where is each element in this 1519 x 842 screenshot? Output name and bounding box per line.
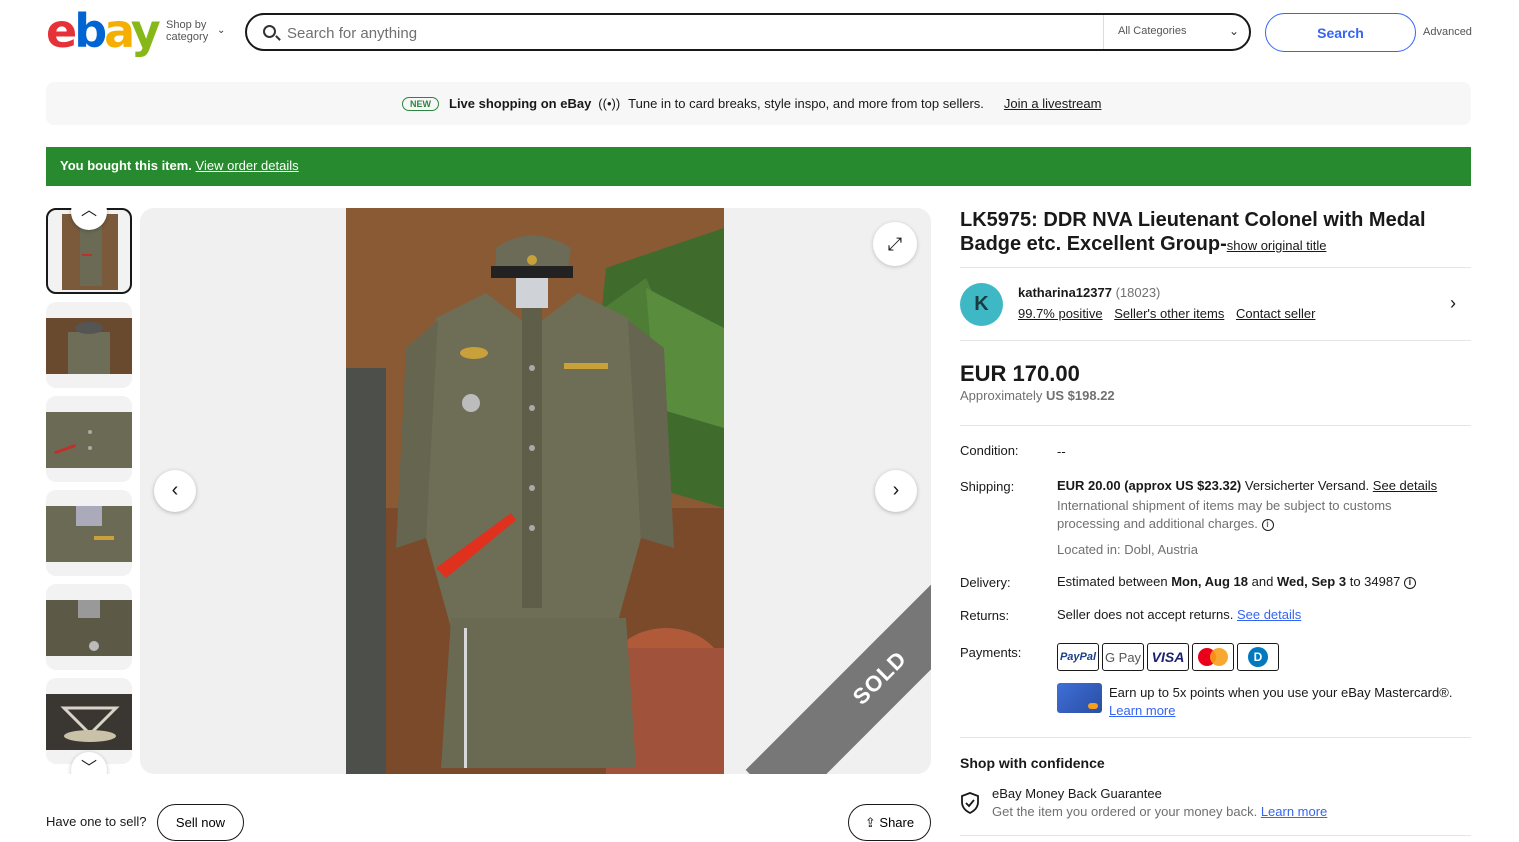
delivery-value: Estimated between Mon, Aug 18 and Wed, S… (1057, 573, 1471, 591)
card-learn-more-link[interactable]: Learn more (1109, 703, 1175, 718)
promo-title: Live shopping on eBay (449, 96, 592, 111)
thumbnail-strip: ︿ ﹀ (46, 208, 132, 774)
returns-value: Seller does not accept returns. See deta… (1057, 607, 1302, 622)
sold-ribbon: SOLD (745, 543, 931, 774)
category-select[interactable]: All Categories ⌄ (1103, 15, 1249, 49)
bought-text: You bought this item. (60, 158, 192, 173)
info-icon[interactable]: i (1403, 576, 1416, 589)
money-back-guarantee-title: eBay Money Back Guarantee (992, 786, 1162, 801)
condition-value: -- (1057, 444, 1066, 459)
shop-by-category-button[interactable]: Shop by category ⌄ (166, 19, 225, 43)
seller-feedback-count: (18023) (1115, 285, 1161, 300)
shop-with-confidence-title: Shop with confidence (960, 755, 1105, 771)
item-price: EUR 170.00 (960, 361, 1080, 386)
thumbnail-4[interactable] (46, 490, 132, 576)
thumbnail-5[interactable] (46, 584, 132, 670)
thumbnail-image (46, 318, 132, 374)
diners-club-icon: D (1237, 643, 1279, 671)
share-button[interactable]: ⇪ Share (848, 804, 931, 841)
share-icon: ⇪ (864, 814, 880, 830)
approx-price: Approximately US $198.22 (960, 388, 1115, 403)
chevron-down-icon: ⌄ (217, 25, 226, 36)
seller-links: 99.7% positive Seller's other items Cont… (1018, 306, 1323, 321)
divider (960, 737, 1471, 738)
thumbnail-2[interactable] (46, 302, 132, 388)
chevron-left-icon[interactable]: ‹ (154, 470, 196, 512)
shipping-see-details-link[interactable]: See details (1373, 478, 1437, 493)
search-button[interactable]: Search (1265, 13, 1416, 52)
live-stream-icon: ((•)) (598, 96, 621, 111)
ebay-logo[interactable]: ebay (46, 8, 161, 54)
divider (960, 425, 1471, 426)
sell-now-button[interactable]: Sell now (157, 804, 244, 841)
positive-feedback-link[interactable]: 99.7% positive (1018, 306, 1103, 321)
join-livestream-link[interactable]: Join a livestream (1004, 96, 1102, 111)
returns-label: Returns: (960, 608, 1010, 623)
payments-label: Payments: (960, 645, 1022, 660)
item-location: Located in: Dobl, Austria (1057, 542, 1198, 557)
advanced-search-link[interactable]: Advanced (1423, 26, 1472, 38)
visa-icon: VISA (1147, 643, 1189, 671)
seller-info: katharina12377 (18023) (1018, 285, 1160, 300)
divider (960, 267, 1471, 268)
condition-label: Condition: (960, 443, 1019, 458)
shipping-label: Shipping: (960, 479, 1015, 494)
thumbnail-image (46, 412, 132, 468)
mastercard-icon (1192, 643, 1234, 671)
google-pay-icon: G Pay (1102, 643, 1144, 671)
main-product-image[interactable] (346, 208, 724, 774)
search-icon (263, 25, 276, 38)
divider (960, 340, 1471, 341)
returns-see-details-link[interactable]: See details (1237, 607, 1301, 622)
seller-avatar[interactable]: K (960, 283, 1003, 326)
ebay-mastercard-icon (1057, 683, 1102, 713)
item-title: LK5975: DDR NVA Lieutenant Colonel with … (960, 209, 1426, 255)
divider (960, 835, 1471, 836)
chevron-right-icon[interactable]: › (875, 470, 917, 512)
have-one-to-sell-text: Have one to sell? (46, 814, 147, 829)
chevron-down-icon: ⌄ (1228, 24, 1239, 38)
view-order-details-link[interactable]: View order details (196, 158, 299, 173)
bought-item-banner: You bought this item. View order details (46, 147, 1471, 186)
shipping-value: EUR 20.00 (approx US $23.32) Versicherte… (1057, 477, 1471, 559)
promo-text: Tune in to card breaks, style inspo, and… (628, 96, 984, 111)
main-image-viewer: ‹ › ⤢ SOLD (140, 208, 931, 774)
thumbnail-3[interactable] (46, 396, 132, 482)
new-badge: NEW (402, 96, 439, 111)
sellers-other-items-link[interactable]: Seller's other items (1114, 306, 1224, 321)
thumbnail-image (46, 600, 132, 656)
paypal-icon: PayPal (1057, 643, 1099, 671)
search-bar: All Categories ⌄ (245, 13, 1251, 51)
mbg-learn-more-link[interactable]: Learn more (1261, 804, 1327, 819)
search-input[interactable] (287, 22, 1087, 44)
info-icon[interactable]: i (1261, 518, 1274, 531)
shield-check-icon (961, 792, 979, 814)
show-original-title-link[interactable]: show original title (1227, 238, 1327, 253)
contact-seller-link[interactable]: Contact seller (1236, 306, 1315, 321)
live-shopping-banner: NEW Live shopping on eBay ((•)) Tune in … (46, 82, 1471, 125)
chevron-right-icon[interactable]: › (1450, 293, 1456, 314)
seller-name-link[interactable]: katharina12377 (1018, 285, 1112, 300)
money-back-guarantee-text: Get the item you ordered or your money b… (992, 804, 1328, 819)
payment-methods: PayPal G Pay VISA D (1057, 643, 1279, 671)
thumbnail-image (46, 694, 132, 750)
card-promo: Earn up to 5x points when you use your e… (1109, 685, 1453, 718)
thumbnail-image (46, 506, 132, 562)
expand-icon[interactable]: ⤢ (873, 222, 917, 266)
delivery-label: Delivery: (960, 575, 1011, 590)
